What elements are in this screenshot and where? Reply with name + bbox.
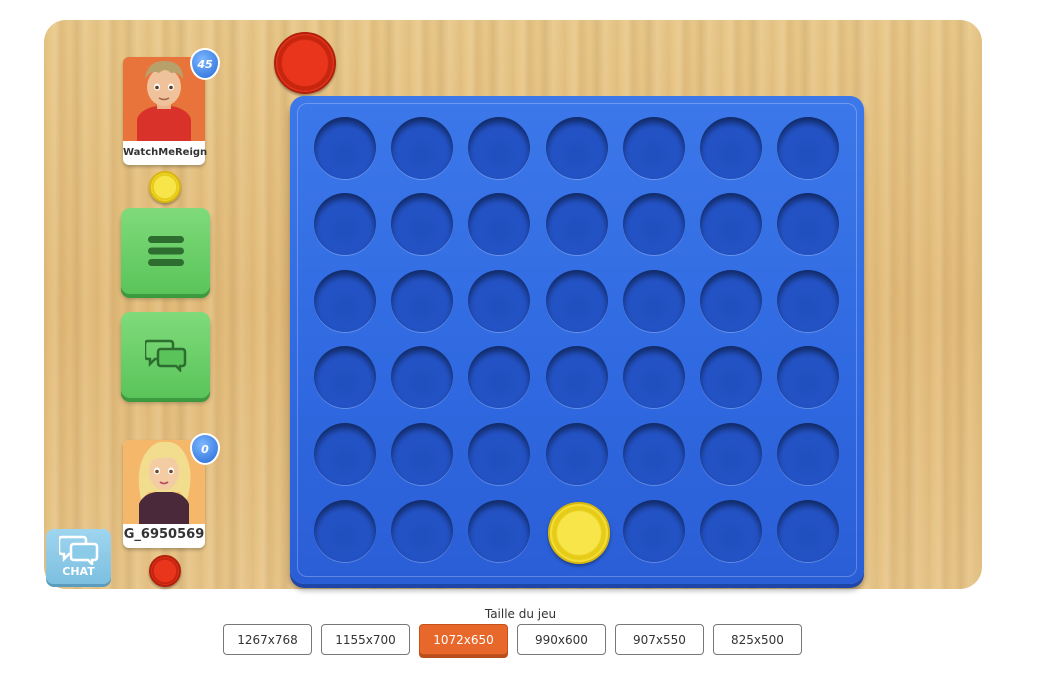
menu-button[interactable] xyxy=(121,208,210,294)
board-cell[interactable] xyxy=(700,117,762,179)
board-cell[interactable] xyxy=(777,117,839,179)
board-cell[interactable] xyxy=(391,500,453,562)
board-cell[interactable] xyxy=(546,270,608,332)
board-cell[interactable] xyxy=(546,193,608,255)
size-option-button[interactable]: 825x500 xyxy=(713,624,802,655)
connect-four-board[interactable] xyxy=(290,96,864,584)
board-cell[interactable] xyxy=(314,500,376,562)
board-cell[interactable] xyxy=(623,500,685,562)
board-cell[interactable] xyxy=(777,500,839,562)
player-name: WatchMeReign xyxy=(123,147,208,158)
board-cell[interactable] xyxy=(314,346,376,408)
board-cell[interactable] xyxy=(777,270,839,332)
messages-button[interactable] xyxy=(121,312,210,398)
size-option-button[interactable]: 907x550 xyxy=(615,624,704,655)
player-chip-indicator xyxy=(149,555,181,587)
board-cell[interactable] xyxy=(623,346,685,408)
board-cell[interactable] xyxy=(391,346,453,408)
player-chip-indicator xyxy=(149,171,181,203)
board-cell[interactable] xyxy=(777,346,839,408)
board-cell[interactable] xyxy=(623,193,685,255)
board-cell[interactable] xyxy=(314,193,376,255)
size-option-button[interactable]: 1072x650 xyxy=(419,624,508,655)
size-option-button[interactable]: 1155x700 xyxy=(321,624,410,655)
chat-bubbles-icon xyxy=(59,535,99,565)
board-cell[interactable] xyxy=(700,193,762,255)
board-cell[interactable] xyxy=(391,270,453,332)
board-cell[interactable] xyxy=(391,423,453,485)
board-cell[interactable] xyxy=(391,193,453,255)
board-cell[interactable] xyxy=(623,117,685,179)
size-selector-title: Taille du jeu xyxy=(484,607,557,621)
board-cell[interactable] xyxy=(777,423,839,485)
board-cell-yellow-chip[interactable] xyxy=(548,502,610,564)
board-cell[interactable] xyxy=(546,423,608,485)
chat-bubbles-icon xyxy=(144,339,186,372)
board-cell[interactable] xyxy=(391,117,453,179)
chat-button[interactable]: CHAT xyxy=(46,529,111,584)
board-cell[interactable] xyxy=(314,270,376,332)
board-cell[interactable] xyxy=(314,423,376,485)
board-cell[interactable] xyxy=(623,423,685,485)
board-cell[interactable] xyxy=(700,500,762,562)
board-cell[interactable] xyxy=(546,117,608,179)
chat-label: CHAT xyxy=(62,565,95,578)
board-cell[interactable] xyxy=(468,500,530,562)
hamburger-menu-icon xyxy=(147,236,184,266)
size-option-button[interactable]: 1267x768 xyxy=(223,624,312,655)
board-cell[interactable] xyxy=(700,423,762,485)
board-cell[interactable] xyxy=(468,117,530,179)
board-cell[interactable] xyxy=(468,423,530,485)
size-option-button[interactable]: 990x600 xyxy=(517,624,606,655)
board-cell[interactable] xyxy=(777,193,839,255)
drop-chip[interactable] xyxy=(274,32,336,94)
board-cell[interactable] xyxy=(314,117,376,179)
board-cell[interactable] xyxy=(700,346,762,408)
player-name: G_6950569 xyxy=(123,527,205,542)
board-cell[interactable] xyxy=(546,346,608,408)
board-cell[interactable] xyxy=(468,270,530,332)
board-cell[interactable] xyxy=(468,193,530,255)
board-cell[interactable] xyxy=(700,270,762,332)
board-cell[interactable] xyxy=(623,270,685,332)
board-cell[interactable] xyxy=(468,346,530,408)
